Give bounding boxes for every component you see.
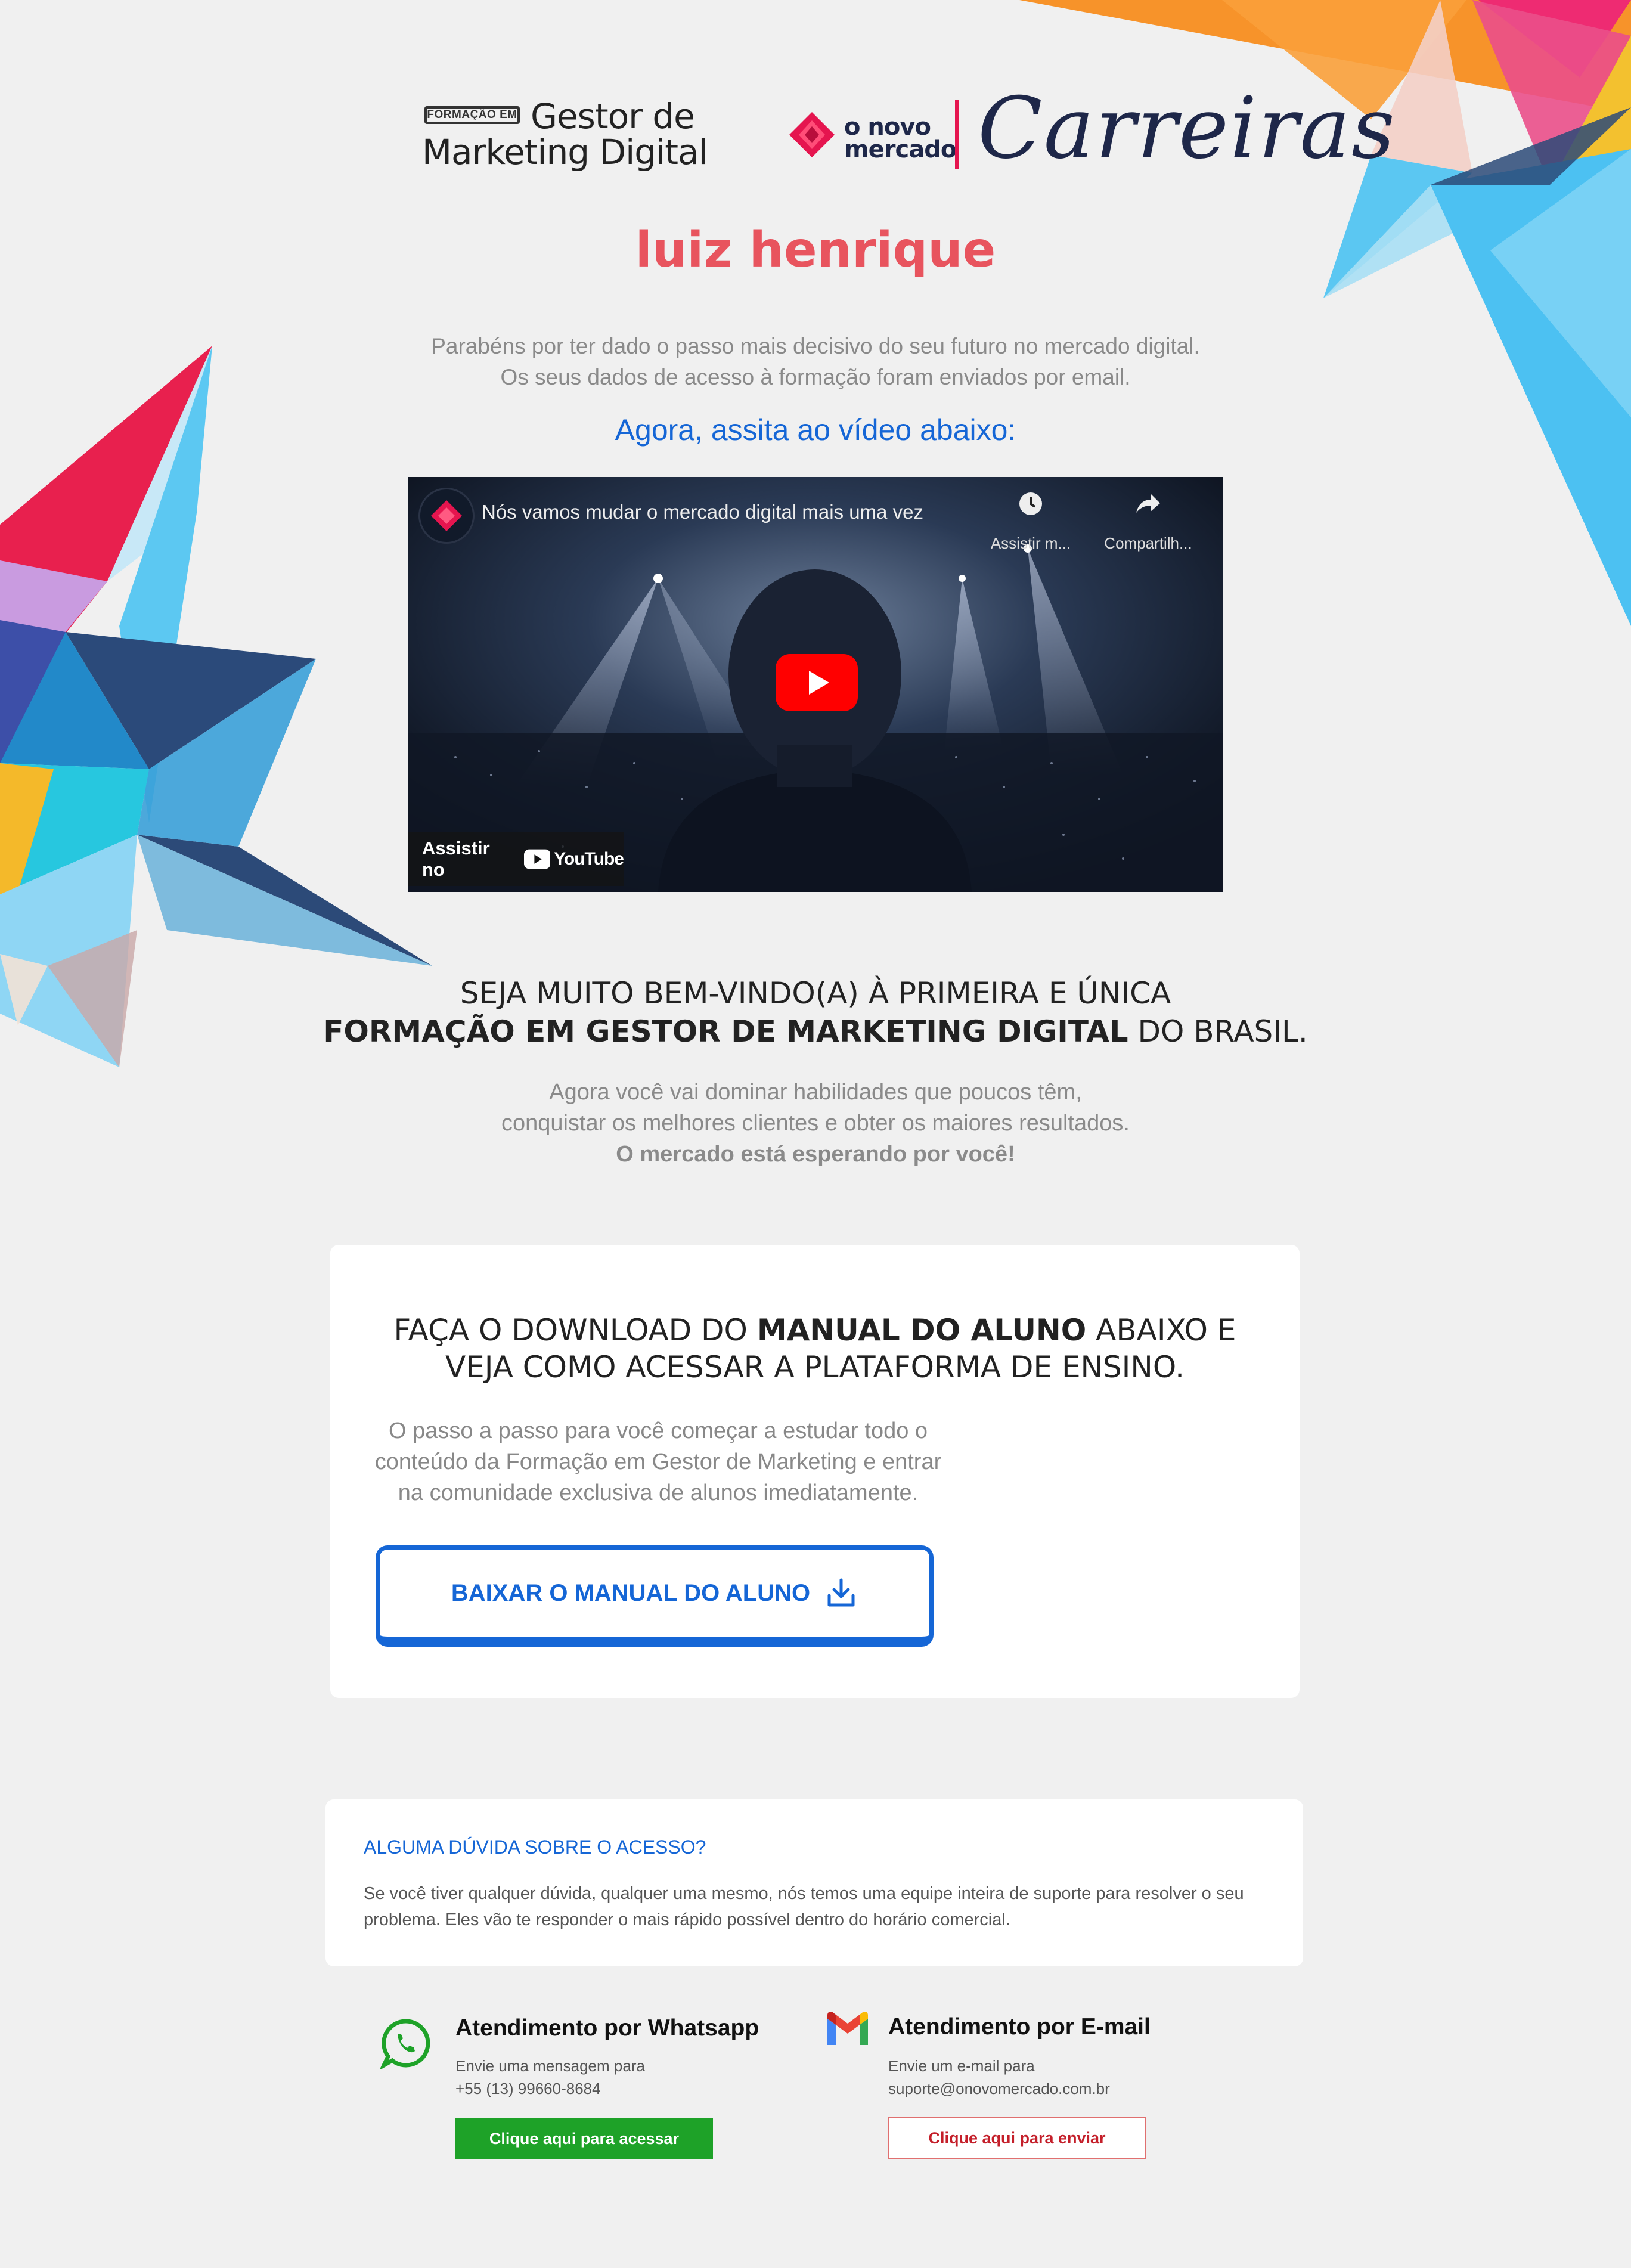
whatsapp-phone: +55 (13) 99660-8684: [455, 2080, 601, 2097]
email-send-button[interactable]: Clique aqui para enviar: [888, 2117, 1146, 2159]
youtube-wordmark: YouTube: [554, 849, 624, 869]
welcome-line2: FORMAÇÃO EM GESTOR DE MARKETING DIGITAL …: [0, 1012, 1631, 1051]
course-logo-line1: Gestor de: [531, 96, 695, 137]
welcome-line1: SEJA MUITO BEM-VINDO(A) À PRIMEIRA E ÚNI…: [460, 976, 1171, 1011]
support-email: suporte@onovomercado.com.br: [888, 2080, 1110, 2097]
manual-card: FAÇA O DOWNLOAD DO MANUAL DO ALUNO ABAIX…: [330, 1245, 1300, 1698]
watch-later-label[interactable]: Assistir m...: [983, 534, 1078, 553]
faq-title: ALGUMA DÚVIDA SOBRE O ACESSO?: [364, 1836, 706, 1858]
congrats-line1: Parabéns por ter dado o passo mais decis…: [431, 334, 1200, 358]
formacao-badge: FORMAÇÃO EM: [424, 106, 520, 124]
course-logo-line2: Marketing Digital: [422, 132, 708, 172]
whatsapp-title: Atendimento por Whatsapp: [455, 2015, 759, 2041]
watch-on-label: Assistir no: [422, 838, 490, 880]
youtube-play-button[interactable]: [776, 654, 858, 711]
welcome-paragraph-line2: conquistar os melhores clientes e obter …: [501, 1111, 1130, 1136]
manual-title-bold: MANUAL DO ALUNO: [756, 1313, 1087, 1347]
manual-paragraph-line2: conteúdo da Formação em Gestor de Market…: [374, 1449, 942, 1474]
manual-paragraph-line3: na comunidade exclusiva de alunos imedia…: [398, 1480, 919, 1505]
congrats-line2: Os seus dados de acesso à formação foram…: [500, 365, 1131, 389]
watch-prompt: Agora, assita ao vídeo abaixo:: [615, 413, 1016, 447]
channel-avatar[interactable]: [418, 488, 475, 544]
logo-separator: [955, 100, 959, 169]
video-player[interactable]: Nós vamos mudar o mercado digital mais u…: [408, 477, 1223, 892]
download-icon: [827, 1578, 855, 1607]
brand-name-line2: mercado: [844, 136, 957, 163]
download-manual-label: BAIXAR O MANUAL DO ALUNO: [451, 1579, 811, 1606]
email-text-line1: Envie um e-mail para: [888, 2057, 1035, 2075]
whatsapp-text-line1: Envie uma mensagem para: [455, 2057, 645, 2075]
youtube-logo-icon: [523, 849, 551, 869]
manual-title-line1: FAÇA O DOWNLOAD DO MANUAL DO ALUNO ABAIX…: [330, 1312, 1300, 1349]
video-title[interactable]: Nós vamos mudar o mercado digital mais u…: [482, 501, 923, 523]
carreiras-logo: Carreiras: [978, 79, 1396, 178]
manual-paragraph-line1: O passo a passo para você começar a estu…: [388, 1418, 928, 1443]
watch-on-youtube-link[interactable]: Assistir no YouTube: [408, 832, 624, 886]
welcome-line2-rest: DO BRASIL.: [1128, 1014, 1308, 1049]
faq-card: ALGUMA DÚVIDA SOBRE O ACESSO? Se você ti…: [325, 1799, 1303, 1966]
brand-name-line1: o novo: [844, 113, 931, 141]
welcome-paragraph-line3: O mercado está esperando por você!: [616, 1142, 1015, 1167]
share-label[interactable]: Compartilh...: [1100, 534, 1196, 553]
welcome-paragraph-line1: Agora você vai dominar habilidades que p…: [549, 1080, 1082, 1105]
user-name: luiz henrique: [635, 222, 996, 278]
whatsapp-icon: [380, 2019, 430, 2069]
brand-diamond-icon: [789, 112, 835, 157]
share-icon[interactable]: [1134, 491, 1161, 516]
youtube-play-icon: [809, 671, 829, 695]
faq-text: Se você tiver qualquer dúvida, qualquer …: [364, 1884, 1244, 1929]
manual-title-pre: FAÇA O DOWNLOAD DO: [393, 1313, 757, 1347]
email-title: Atendimento por E-mail: [888, 2014, 1151, 2040]
brand-diamond-icon: [431, 500, 462, 531]
welcome-line2-bold: FORMAÇÃO EM GESTOR DE MARKETING DIGITAL: [323, 1014, 1128, 1049]
manual-title-post: ABAIXO E: [1086, 1313, 1236, 1347]
gmail-icon: [827, 2012, 868, 2045]
clock-icon[interactable]: [1017, 490, 1044, 518]
whatsapp-access-button[interactable]: Clique aqui para acessar: [455, 2118, 713, 2159]
manual-title-line2: VEJA COMO ACESSAR A PLATAFORMA DE ENSINO…: [445, 1350, 1185, 1384]
download-manual-button[interactable]: BAIXAR O MANUAL DO ALUNO: [376, 1545, 934, 1647]
